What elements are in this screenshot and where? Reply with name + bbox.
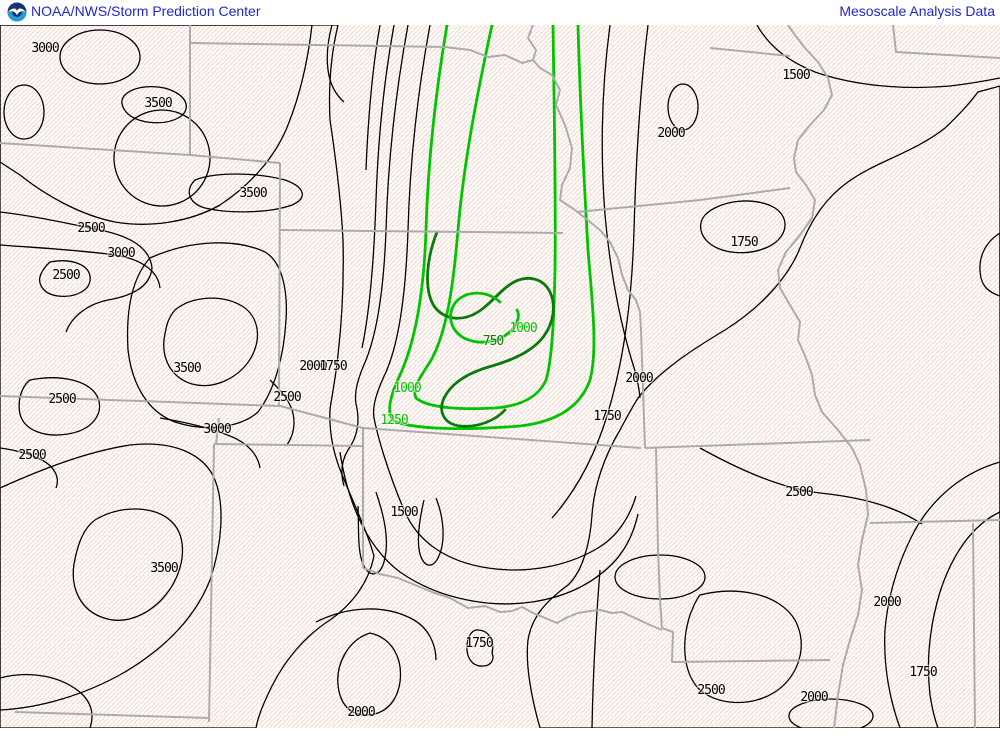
- contour-label: 2000: [347, 705, 374, 720]
- footer-bar: 250908/2300 100 mb mean parcel LCL heigh…: [0, 728, 1000, 750]
- contour-label: 1750: [909, 665, 936, 680]
- contour-label: 2500: [785, 485, 812, 500]
- header-site-link[interactable]: NOAA/NWS/Storm Prediction Center: [31, 3, 261, 19]
- contour-label: 3500: [150, 561, 177, 576]
- contour-label: 1000: [393, 381, 420, 396]
- contour-label: 1750: [730, 235, 757, 250]
- contour-label: 1250: [380, 413, 407, 428]
- contour-label: 3000: [203, 422, 230, 437]
- mesoanalysis-map: 3000350035002500300025003500200017502500…: [0, 0, 1000, 750]
- contour-label: 3500: [144, 96, 171, 111]
- contour-label: 2500: [52, 268, 79, 283]
- contour-label: 2000: [625, 371, 652, 386]
- contour-label: 2000: [873, 595, 900, 610]
- contour-label: 3000: [107, 246, 134, 261]
- spc-mesoanalysis-page: 3000350035002500300025003500200017502500…: [0, 0, 1000, 750]
- contour-label: 750: [483, 334, 504, 349]
- contour-label: 1500: [782, 68, 809, 83]
- contour-label: 2500: [77, 221, 104, 236]
- contour-label: 3500: [173, 361, 200, 376]
- header-product-link[interactable]: Mesoscale Analysis Data: [839, 3, 995, 19]
- contour-label: 1500: [390, 505, 417, 520]
- contour-label: 1000: [509, 321, 536, 336]
- contour-label: 2500: [18, 448, 45, 463]
- noaa-logo-icon: [7, 2, 27, 22]
- contour-label: 1750: [465, 636, 492, 651]
- header-bar: NOAA/NWS/Storm Prediction Center Mesosca…: [0, 0, 1000, 25]
- contour-label: 3000: [31, 41, 58, 56]
- contour-label: 2500: [273, 390, 300, 405]
- contour-label: 1750: [593, 409, 620, 424]
- contour-label: 3500: [239, 186, 266, 201]
- fill-lt2000-region: [0, 25, 1000, 728]
- contour-label: 2500: [697, 683, 724, 698]
- contour-label: 2500: [48, 392, 75, 407]
- contour-label: 2000: [800, 690, 827, 705]
- contour-label: 1750: [319, 359, 346, 374]
- contour-label: 2000: [657, 126, 684, 141]
